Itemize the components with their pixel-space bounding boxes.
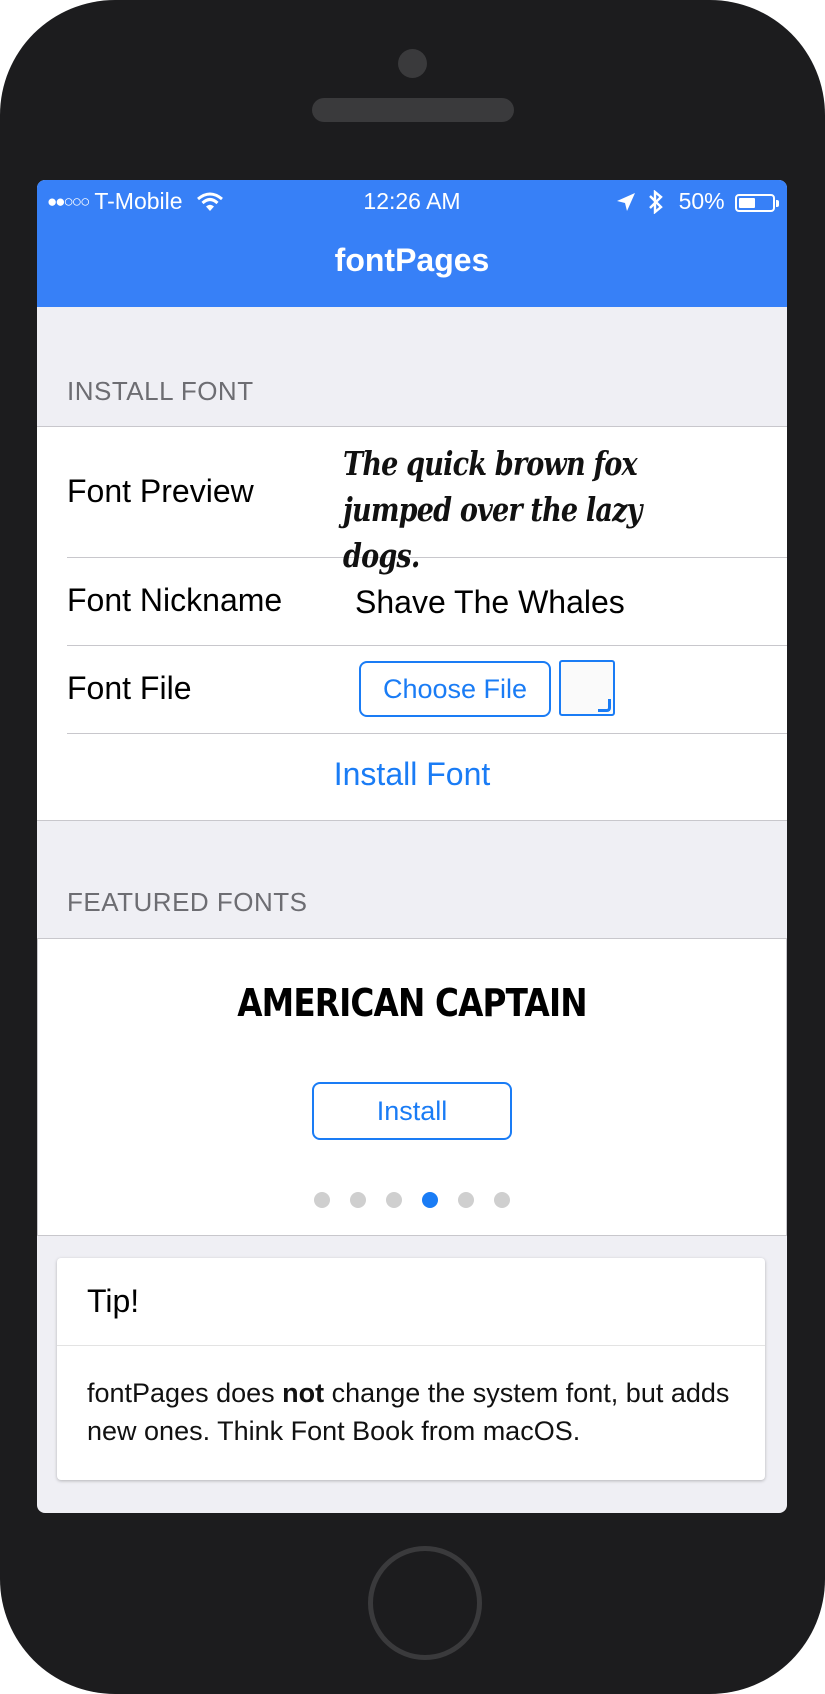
font-preview-row: Font Preview The quick brown fox jumped … [67,427,787,575]
choose-file-button[interactable]: Choose File [359,661,551,717]
bluetooth-icon [649,189,663,215]
featured-install-button[interactable]: Install [312,1082,512,1140]
font-nickname-row[interactable]: Font Nickname Shave The Whales [67,558,787,646]
install-font-header: INSTALL FONT [67,376,254,406]
install-font-button[interactable]: Install Font [37,756,787,793]
navigation-bar: ●●○○○ T-Mobile 12:26 AM 50% fontPages [37,180,787,307]
page-dot[interactable] [458,1192,474,1208]
page-dot[interactable] [494,1192,510,1208]
page-dot[interactable] [350,1192,366,1208]
font-nickname-label: Font Nickname [67,582,283,618]
font-preview-label: Font Preview [67,473,254,509]
battery-fill [739,198,755,208]
tip-card: Tip! fontPages does not change the syste… [57,1258,765,1480]
location-arrow-icon [616,193,635,211]
status-bar: ●●○○○ T-Mobile 12:26 AM 50% [37,180,787,220]
tip-title: Tip! [57,1258,765,1346]
featured-font-carousel[interactable]: AMERICAN CAPTAIN Install [37,938,787,1236]
home-button[interactable] [368,1546,482,1660]
battery-percent: 50% [678,188,725,214]
font-file-label: Font File [67,670,192,706]
font-nickname-field[interactable]: Shave The Whales [355,584,625,621]
battery-icon [735,194,779,212]
page-dot[interactable] [386,1192,402,1208]
file-thumbnail [559,660,615,716]
phone-frame: ●●○○○ T-Mobile 12:26 AM 50% fontPages IN… [0,0,825,1694]
tip-body: fontPages does not change the system fon… [87,1378,730,1446]
app-screen: ●●○○○ T-Mobile 12:26 AM 50% fontPages IN… [37,180,787,1513]
page-dot[interactable] [314,1192,330,1208]
install-font-group: Font Preview The quick brown fox jumped … [37,426,787,821]
nav-title: fontPages [334,242,490,278]
featured-fonts-header: FEATURED FONTS [67,887,308,917]
carousel-page-indicator[interactable] [38,1192,786,1208]
tip-emphasis: not [282,1378,325,1408]
page-dot[interactable] [422,1192,438,1208]
earpiece-speaker [312,98,514,122]
install-font-row: Install Font [67,734,787,820]
font-file-row: Font File Choose File [67,646,787,734]
front-camera [398,49,427,78]
featured-font-name: AMERICAN CAPTAIN [237,981,587,1025]
